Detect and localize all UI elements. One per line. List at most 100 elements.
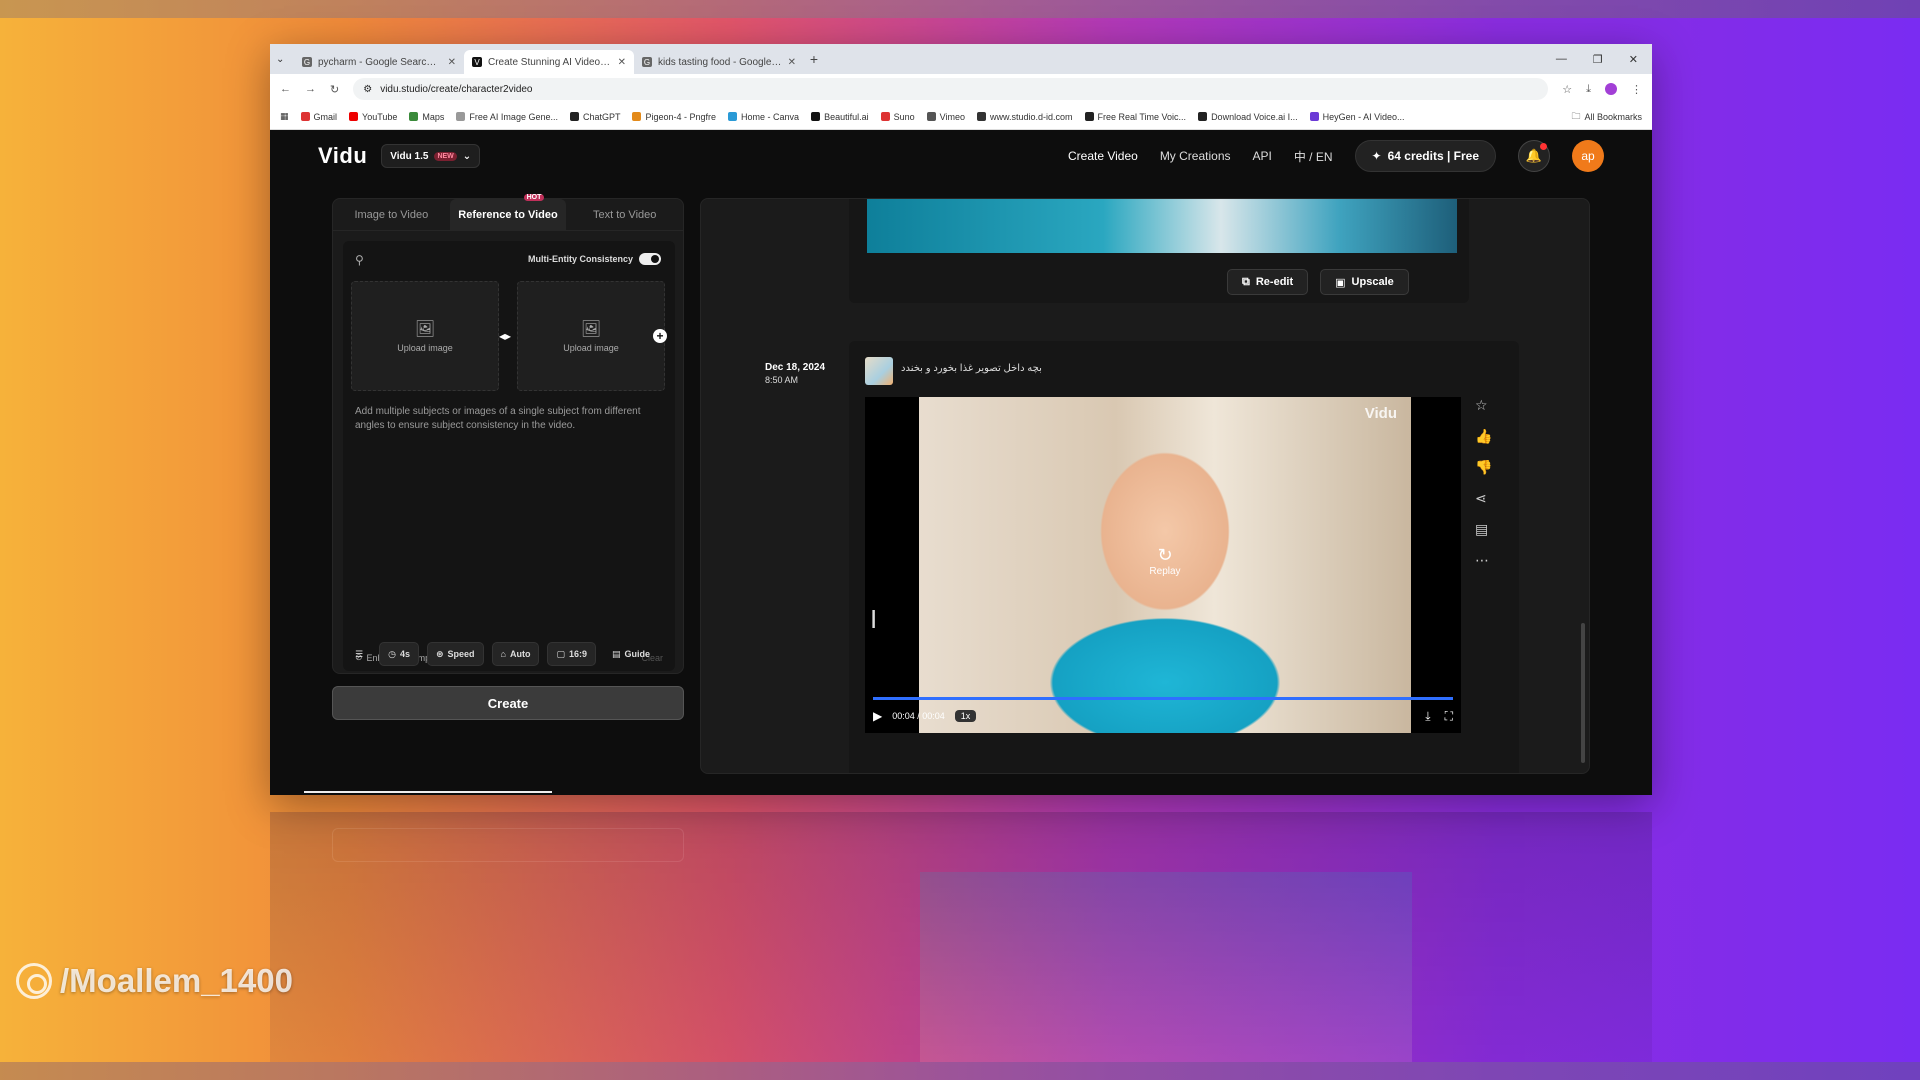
favorite-star-icon[interactable]: ☆ [1475,397,1492,414]
swap-arrows-icon[interactable]: ◂▸ [499,329,511,343]
tab-text-to-video[interactable]: Text to Video [566,199,683,230]
share-icon[interactable]: ⋖ [1475,490,1492,507]
browser-tab[interactable]: Gpycharm - Google Search دانلود ✕ [294,50,464,74]
download-icon[interactable]: ⤓ [1425,709,1430,724]
replay-label: Replay [1149,566,1181,577]
play-icon[interactable]: ▶ [873,709,882,723]
more-icon[interactable]: ⋯ [1475,552,1492,569]
thumbs-up-icon[interactable]: 👍 [1475,428,1492,445]
feed-scrollbar[interactable] [1581,623,1585,763]
re-edit-label: Re-edit [1255,276,1294,288]
bookmark-item[interactable]: ChatGPT [569,112,620,122]
fullscreen-icon[interactable]: ⛶ [1445,709,1453,724]
minimize-icon[interactable]: — [1556,53,1567,66]
model-selector[interactable]: Vidu 1.5 NEW ⌄ [381,144,481,168]
auto-option[interactable]: ⌂ Auto [491,642,540,666]
magic-wand-icon[interactable]: ⚲ [355,253,364,267]
bookmark-item[interactable]: Home - Canva [728,112,799,122]
language-switch[interactable]: 中 / EN [1294,148,1333,165]
options-bar: ☰ ◷ 4s ⊛ Speed ⌂ Auto ▢ 16:9 ▤ Guide [343,639,675,669]
url-field[interactable]: ⚙ vidu.studio/create/character2video [353,78,1549,100]
bookmark-item[interactable]: www.studio.d-id.com [976,111,1073,122]
window-controls: — ❐ ✕ [1556,53,1652,66]
bookmark-item[interactable]: Vimeo [926,112,965,122]
tab-reference-to-video[interactable]: Reference to Video HOT [449,194,567,230]
nav-my-creations[interactable]: My Creations [1160,149,1231,163]
restore-icon[interactable]: ❐ [1593,53,1603,66]
bookmark-item[interactable]: Free AI Image Gene... [456,112,558,122]
upscale-button[interactable]: ▣Upscale [1320,773,1409,774]
tab-strip: ⌄ Gpycharm - Google Search دانلود ✕ V Crea… [270,44,1652,74]
playback-speed[interactable]: 1x [954,710,977,722]
menu-icon[interactable]: ⋮ [1631,83,1642,96]
bookmark-item[interactable]: HeyGen - AI Video... [1309,112,1405,122]
reference-thumbnail[interactable] [865,357,893,385]
multi-entity-toggle[interactable] [639,253,661,265]
speed-option[interactable]: ⊛ Speed [426,642,484,666]
download-icon[interactable]: ⤓ [1586,83,1591,96]
player-right-controls: ⤓ ⛶ [1425,709,1453,724]
add-image-icon[interactable]: + [653,329,667,343]
previous-video-thumbnail[interactable] [867,199,1457,253]
replay-button[interactable]: ↻ Replay [1135,545,1195,577]
duration-option[interactable]: ◷ 4s [379,642,419,666]
nav-create-video[interactable]: Create Video [1068,149,1138,163]
video-progress-bar[interactable] [873,697,1453,700]
creation-date: Dec 18, 2024 8:50 AM [765,361,825,387]
bookmark-item[interactable]: Pigeon-4 - Pngfre [632,112,716,122]
forward-icon[interactable]: → [305,83,316,95]
profile-icon[interactable] [1605,83,1617,95]
settings-sliders-icon[interactable]: ☰ [347,642,371,666]
re-edit-button[interactable]: ⧉Re-edit [1227,269,1309,295]
credits-button[interactable]: ✦ 64 credits | Free [1354,140,1496,172]
image-upload-icon: 🖼 [580,321,602,338]
close-tab-icon[interactable]: ✕ [448,57,456,68]
guide-label: Guide [624,649,651,659]
bookmark-item[interactable]: Suno [880,112,915,122]
avatar[interactable]: ap [1572,140,1604,172]
book-icon: ▤ [611,648,621,659]
browser-tab-active[interactable]: V Create Stunning AI Videos in Se ✕ [464,50,634,74]
upscale-icon: ▣ [1335,276,1346,289]
close-tab-icon[interactable]: ✕ [788,57,796,68]
video-player[interactable]: Vidu ↻ Replay ▶ 00:04 / 00:04 1x ⤓ ⛶ [865,397,1461,733]
tab-image-to-video[interactable]: Image to Video [333,199,450,230]
notification-button[interactable]: 🔔 [1518,140,1550,172]
bookmark-item[interactable]: Maps [409,112,444,122]
new-tab-icon[interactable]: + [804,51,824,67]
thumbs-down-icon[interactable]: 👎 [1475,459,1492,476]
nav-api[interactable]: API [1253,149,1272,163]
close-tab-icon[interactable]: ✕ [618,57,626,68]
re-edit-button[interactable]: ⧉Re-edit [1227,773,1308,774]
bookmark-item[interactable]: Gmail [300,112,337,122]
bookmark-item[interactable]: Beautiful.ai [811,112,869,122]
chevron-down-icon: ⌄ [462,150,472,162]
upload-image-slot-2[interactable]: 🖼 Upload image [517,281,665,391]
folder-icon: 🗀 [1571,110,1581,121]
ratio-option[interactable]: ▢ 16:9 [547,642,596,666]
site-info-icon[interactable]: ⚙ [363,84,372,95]
upscale-button[interactable]: ▣Upscale [1320,269,1409,295]
vidu-logo[interactable]: Vidu [318,143,367,169]
bookmark-item[interactable]: YouTube [349,112,397,122]
bottom-band [0,1062,1920,1080]
browser-tab[interactable]: Gkids tasting food - Google Sear ✕ [634,50,804,74]
apps-icon[interactable]: ▦ [280,111,289,122]
channel-watermark: /Moallem_1400 [16,962,293,1000]
reload-icon[interactable]: ↻ [330,83,339,96]
bookmark-item[interactable]: Download Voice.ai I... [1198,112,1298,122]
back-icon[interactable]: ← [280,83,291,95]
bookmark-item[interactable]: Free Real Time Voic... [1084,112,1186,122]
guide-option[interactable]: ▤ Guide [604,642,658,666]
watermark-text: /Moallem_1400 [60,962,293,999]
create-button[interactable]: Create [332,686,684,720]
upload-image-slot-1[interactable]: 🖼 Upload image [351,281,499,391]
google-icon: G [302,57,312,67]
tab-search-icon[interactable]: ⌄ [276,54,294,65]
bookmark-label: www.studio.d-id.com [989,111,1073,122]
prompt-textarea[interactable]: Add multiple subjects or images of a sin… [355,405,665,433]
close-window-icon[interactable]: ✕ [1629,53,1638,66]
details-icon[interactable]: ▤ [1475,521,1492,538]
all-bookmarks[interactable]: 🗀 All Bookmarks [1571,109,1642,125]
bookmark-star-icon[interactable]: ☆ [1562,83,1572,96]
